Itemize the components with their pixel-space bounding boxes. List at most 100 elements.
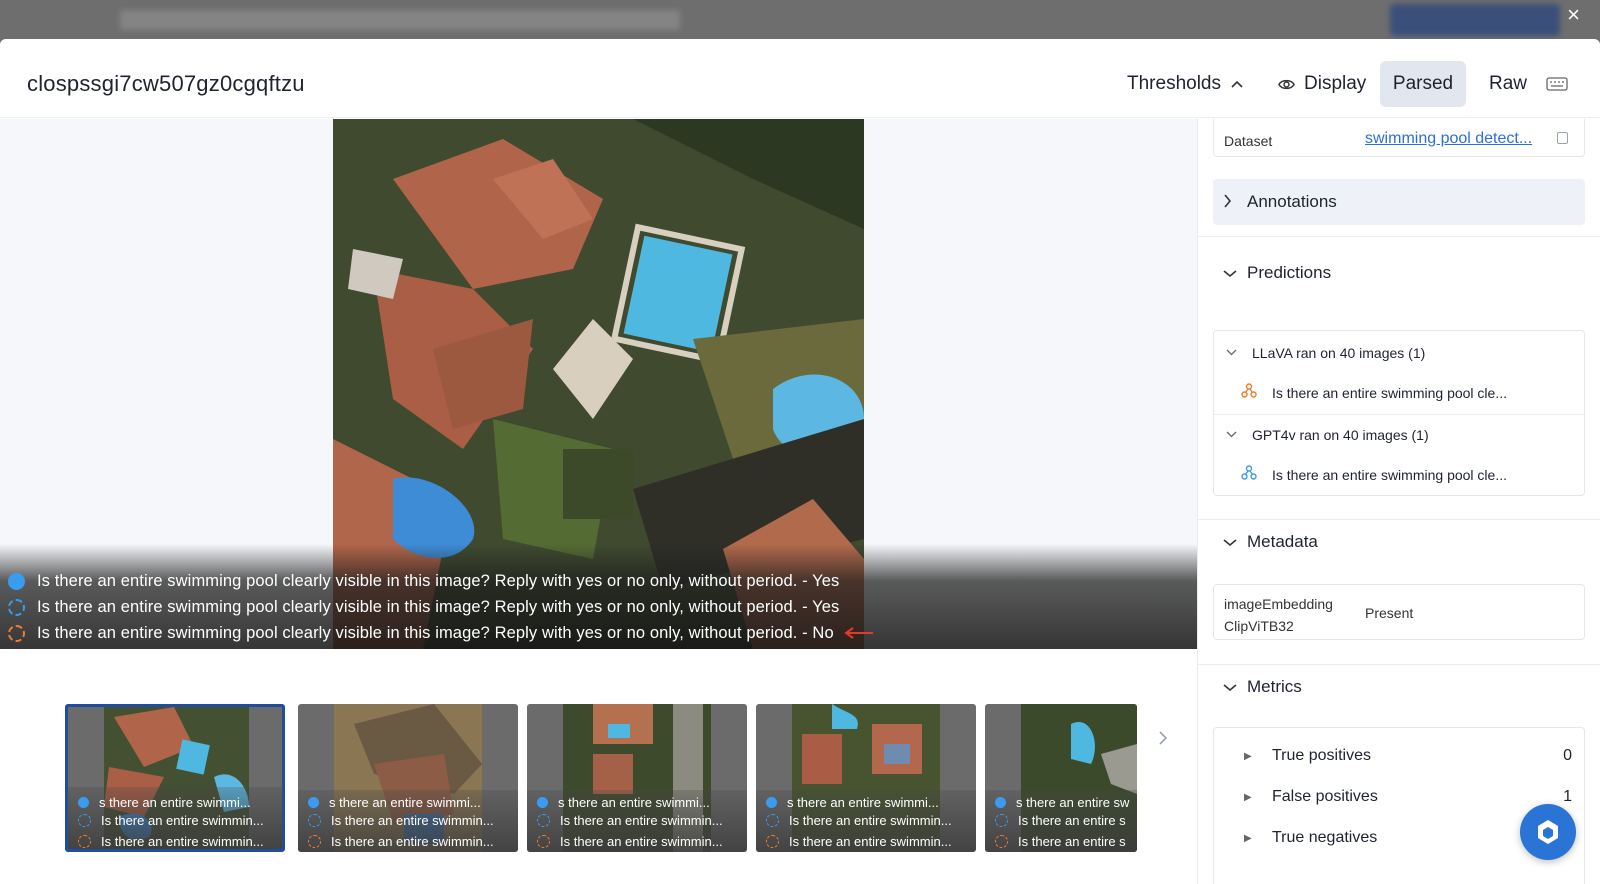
thumbnail-1[interactable]: s there an entire swimmi... Is there an … xyxy=(65,704,285,852)
backdrop-button-blur xyxy=(1390,4,1560,36)
dashed-orange-dot-icon xyxy=(8,624,25,642)
thumb-pred-2: Is there an entire swimmin... xyxy=(308,813,494,828)
thumb-pred-text: Is there an entire swimmin... xyxy=(789,834,952,849)
copy-icon[interactable] xyxy=(1557,132,1568,144)
chevron-right-icon xyxy=(1223,193,1247,211)
thumbnail-5[interactable]: s there an entire sw Is there an entire … xyxy=(985,704,1137,852)
display-button[interactable]: Display xyxy=(1278,61,1366,107)
image-viewer: Is there an entire swimming pool clearly… xyxy=(0,119,1197,649)
annotations-section[interactable]: Annotations xyxy=(1213,179,1585,225)
thumbnail-strip: s there an entire swimmi... Is there an … xyxy=(0,649,1197,884)
backdrop xyxy=(0,0,1600,39)
keyboard-icon[interactable] xyxy=(1545,61,1569,107)
thumb-pred-text: Is there an entire swimmin... xyxy=(101,813,264,828)
divider xyxy=(1198,236,1600,237)
dashed-blue-dot-icon xyxy=(537,814,550,827)
thumbnail-2[interactable]: s there an entire swimmi... Is there an … xyxy=(298,704,518,852)
dashed-orange-dot-icon xyxy=(995,835,1008,848)
thumb-pred-1: s there an entire swimmi... xyxy=(78,795,251,810)
thresholds-button[interactable]: Thresholds xyxy=(1127,61,1243,107)
prediction-group-header[interactable]: LLaVA ran on 40 images (1) xyxy=(1214,333,1584,373)
details-panel: Dataset swimming pool detect... Annotati… xyxy=(1197,119,1600,884)
metadata-row: imageEmbedding ClipViTB32 Present xyxy=(1213,584,1585,640)
prediction-item-label: Is there an entire swimming pool cle... xyxy=(1272,385,1507,401)
thumbnail-3[interactable]: s there an entire swimmi... Is there an … xyxy=(527,704,747,852)
metrics-label: Metrics xyxy=(1247,677,1302,696)
prediction-text: Is there an entire swimming pool clearly… xyxy=(37,571,840,590)
prediction-groups: LLaVA ran on 40 images (1) Is there an e… xyxy=(1213,330,1585,496)
metrics-section[interactable]: Metrics xyxy=(1213,664,1585,710)
metadata-label: Metadata xyxy=(1247,532,1318,551)
caret-right-icon: ▶ xyxy=(1244,791,1252,803)
dashed-orange-dot-icon xyxy=(766,835,779,848)
metrics-list: ▶ True positives 0 ▶ False positives 1 ▶… xyxy=(1213,727,1585,884)
thumb-pred-text: s there an entire sw xyxy=(1016,795,1130,810)
caret-right-icon: ▶ xyxy=(1244,750,1252,762)
predictions-section[interactable]: Predictions xyxy=(1213,250,1585,296)
dashed-blue-dot-icon xyxy=(8,598,25,616)
dataset-key: Dataset xyxy=(1224,133,1273,149)
thumb-pred-text: s there an entire swimmi... xyxy=(329,795,481,810)
chevron-right-icon[interactable] xyxy=(1158,729,1168,752)
metric-row-true-positives[interactable]: ▶ True positives 0 xyxy=(1214,736,1584,776)
dataset-link[interactable]: swimming pool detect... xyxy=(1365,130,1532,148)
metric-label: False positives xyxy=(1272,788,1378,805)
raw-tab[interactable]: Raw xyxy=(1480,61,1536,107)
chevron-down-icon xyxy=(1226,429,1252,441)
thumb-pred-1: s there an entire sw xyxy=(995,795,1129,810)
chevron-down-icon xyxy=(1223,265,1247,281)
close-icon[interactable]: × xyxy=(1567,4,1580,26)
eye-icon xyxy=(1278,79,1295,89)
dataset-row: Dataset swimming pool detect... xyxy=(1213,119,1585,157)
solid-dot-icon xyxy=(78,797,89,808)
thumb-pred-text: Is there an entire swimmin... xyxy=(560,834,723,849)
solid-dot-icon xyxy=(537,797,548,808)
prediction-group-title: GPT4v ran on 40 images (1) xyxy=(1252,427,1429,443)
prediction-text: Is there an entire swimming pool clearly… xyxy=(37,623,834,642)
prediction-item[interactable]: Is there an entire swimming pool cle... xyxy=(1214,373,1584,413)
thumb-pred-2: Is there an entire swimmin... xyxy=(537,813,723,828)
thumb-pred-2: Is there an entire swimmin... xyxy=(78,813,264,828)
thumb-pred-1: s there an entire swimmi... xyxy=(308,795,481,810)
prediction-text: Is there an entire swimming pool clearly… xyxy=(37,597,840,616)
thumb-pred-3: Is there an entire swimmin... xyxy=(537,834,723,849)
prediction-line-1: Is there an entire swimming pool clearly… xyxy=(8,569,839,593)
prediction-item[interactable]: Is there an entire swimming pool cle... xyxy=(1214,455,1584,495)
metric-value: 1 xyxy=(1563,788,1572,805)
thumb-pred-2: Is there an entire swimmin... xyxy=(766,813,952,828)
chevron-down-icon xyxy=(1223,679,1247,695)
thumb-pred-text: Is there an entire s xyxy=(1018,834,1126,849)
modal-header: clospssgi7cw507gz0cgqftzu Thresholds Dis… xyxy=(0,39,1600,118)
prediction-item-label: Is there an entire swimming pool cle... xyxy=(1272,467,1507,483)
help-button[interactable] xyxy=(1520,804,1576,860)
metadata-section[interactable]: Metadata xyxy=(1213,519,1585,565)
model-icon xyxy=(1240,383,1258,403)
model-icon xyxy=(1240,465,1258,485)
metadata-value: Present xyxy=(1365,605,1414,621)
thumb-pred-1: s there an entire swimmi... xyxy=(537,795,710,810)
parsed-tab[interactable]: Parsed xyxy=(1380,61,1466,107)
thumb-pred-text: Is there an entire swimmin... xyxy=(331,813,494,828)
predictions-label: Predictions xyxy=(1247,263,1332,282)
dashed-blue-dot-icon xyxy=(78,814,91,827)
prediction-group-header[interactable]: GPT4v ran on 40 images (1) xyxy=(1214,415,1584,455)
page-title: clospssgi7cw507gz0cgqftzu xyxy=(27,71,305,96)
dashed-blue-dot-icon xyxy=(995,814,1008,827)
thumb-pred-1: s there an entire swimmi... xyxy=(766,795,939,810)
thumb-pred-text: s there an entire swimmi... xyxy=(558,795,710,810)
annotations-label: Annotations xyxy=(1247,192,1337,211)
prediction-line-2: Is there an entire swimming pool clearly… xyxy=(8,595,839,619)
chevron-down-icon xyxy=(1223,534,1247,550)
prediction-group-title: LLaVA ran on 40 images (1) xyxy=(1252,345,1426,361)
thumb-pred-text: Is there an entire swimmin... xyxy=(789,813,952,828)
thumb-pred-text: Is there an entire swimmin... xyxy=(101,834,264,849)
caret-right-icon: ▶ xyxy=(1244,832,1252,844)
dashed-orange-dot-icon xyxy=(537,835,550,848)
thumb-pred-3: Is there an entire swimmin... xyxy=(766,834,952,849)
dashed-blue-dot-icon xyxy=(308,814,321,827)
metric-value: 0 xyxy=(1563,747,1572,764)
thumbnail-4[interactable]: s there an entire swimmi... Is there an … xyxy=(756,704,976,852)
thumb-pred-2: Is there an entire s xyxy=(995,813,1126,828)
thumb-pred-3: Is there an entire s xyxy=(995,834,1126,849)
thumb-pred-3: Is there an entire swimmin... xyxy=(308,834,494,849)
